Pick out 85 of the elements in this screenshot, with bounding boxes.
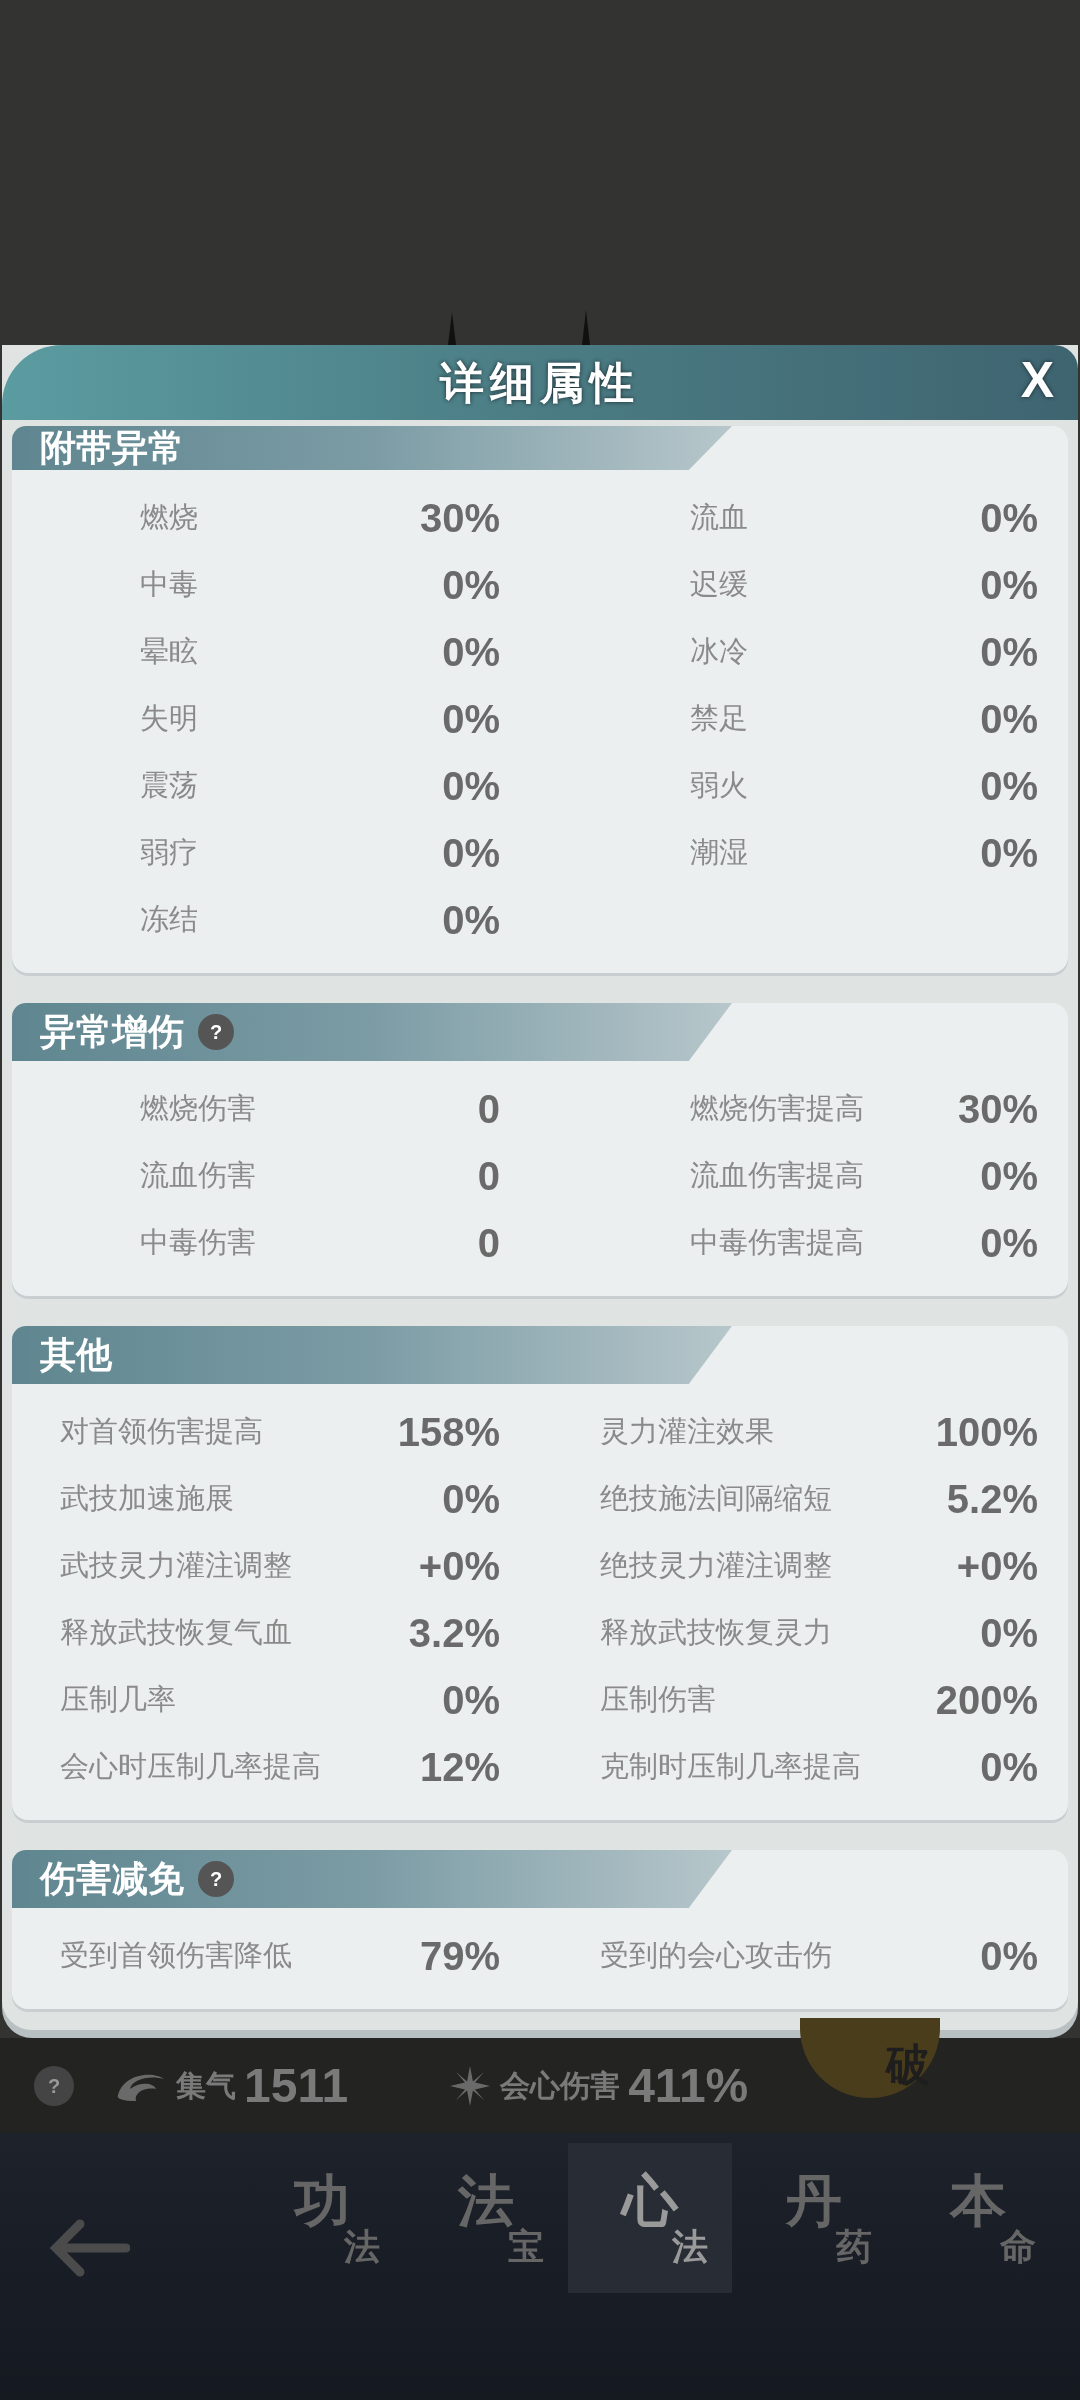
- stat-label: 灵力灌注效果: [600, 1413, 774, 1449]
- stat-label: 迟缓: [690, 566, 748, 602]
- stat-label: 弱疗: [140, 834, 198, 870]
- back-arrow-icon[interactable]: [50, 2218, 130, 2278]
- stat-label: 压制几率: [60, 1681, 176, 1717]
- section-title: 其他: [40, 1337, 112, 1373]
- stat-value: 30%: [957, 1085, 1038, 1133]
- section-title: 异常增伤: [40, 1014, 184, 1050]
- stat-value: 0%: [980, 762, 1038, 810]
- stat-label: 流血伤害: [140, 1157, 256, 1193]
- stat-value: 79%: [419, 1932, 500, 1980]
- stat-value: 0: [477, 1085, 500, 1133]
- stat-value: +0%: [956, 1542, 1038, 1590]
- stat-label: 受到首领伤害降低: [60, 1937, 292, 1973]
- nav-tab[interactable]: 法 宝: [404, 2143, 568, 2293]
- stat-value: 0: [477, 1152, 500, 1200]
- stat-label: 对首领伤害提高: [60, 1413, 263, 1449]
- stat-value: 0%: [442, 762, 500, 810]
- stat-label: 释放武技恢复气血: [60, 1614, 292, 1650]
- stat-label: 绝技施法间隔缩短: [600, 1480, 832, 1516]
- section-title: 伤害减免: [40, 1861, 184, 1897]
- stat-value: 0%: [442, 695, 500, 743]
- stat-value: 0%: [442, 896, 500, 944]
- stat-value: 5.2%: [946, 1475, 1038, 1523]
- stat-label: 会心伤害: [500, 2068, 621, 2104]
- stat-value: 0%: [980, 1932, 1038, 1980]
- stat-label: 集气: [176, 2068, 236, 2104]
- close-button[interactable]: X: [1020, 355, 1054, 405]
- stat-value: 200%: [935, 1676, 1038, 1724]
- stat-value: 0%: [442, 829, 500, 877]
- nav-tab[interactable]: 功 法: [240, 2143, 404, 2293]
- stat-label: 潮湿: [690, 834, 748, 870]
- stat-label: 流血: [690, 499, 748, 535]
- stat-label: 晕眩: [140, 633, 198, 669]
- stat-label: 中毒伤害提高: [690, 1224, 864, 1260]
- stat-value: 0%: [980, 695, 1038, 743]
- stat-value: 1511: [244, 2057, 349, 2114]
- dialog-title: 详细属性: [440, 356, 640, 409]
- stat-label: 失明: [140, 700, 198, 736]
- stat-label: 绝技灵力灌注调整: [600, 1547, 832, 1583]
- help-icon[interactable]: ?: [198, 1861, 234, 1897]
- stat-value: 0%: [442, 628, 500, 676]
- stat-label: 受到的会心攻击伤: [600, 1937, 832, 1973]
- stat-label: 中毒: [140, 566, 198, 602]
- stat-value: 0%: [980, 1609, 1038, 1657]
- stat-label: 冰冷: [690, 633, 748, 669]
- stat-label: 冻结: [140, 901, 198, 937]
- stat-value: 3.2%: [408, 1609, 500, 1657]
- stat-value: 100%: [935, 1408, 1038, 1456]
- stat-value: 0%: [980, 829, 1038, 877]
- stat-value: 0: [477, 1219, 500, 1267]
- stat-value: +0%: [418, 1542, 500, 1590]
- stat-label: 流血伤害提高: [690, 1157, 864, 1193]
- stat-value: 0%: [980, 561, 1038, 609]
- nav-tab[interactable]: 丹 药: [732, 2143, 896, 2293]
- stat-value: 0%: [980, 494, 1038, 542]
- stat-value: 158%: [397, 1408, 500, 1456]
- stat-value: 0%: [442, 1475, 500, 1523]
- stat-value: 411%: [628, 2057, 749, 2114]
- stat-label: 释放武技恢复灵力: [600, 1614, 832, 1650]
- help-icon[interactable]: ?: [34, 2065, 74, 2106]
- nav-tab[interactable]: 心 法: [568, 2143, 732, 2293]
- stat-value: 12%: [419, 1743, 500, 1791]
- stat-label: 燃烧伤害提高: [690, 1090, 864, 1126]
- stat-label: 弱火: [690, 767, 748, 803]
- stat-label: 禁足: [690, 700, 748, 736]
- stat-label: 武技加速施展: [60, 1480, 234, 1516]
- stat-value: 0%: [980, 628, 1038, 676]
- stat-label: 中毒伤害: [140, 1224, 256, 1260]
- stat-label: 震荡: [140, 767, 198, 803]
- stat-value: 0%: [980, 1219, 1038, 1267]
- stat-label: 会心时压制几率提高: [60, 1748, 321, 1784]
- stat-value: 30%: [419, 494, 500, 542]
- stat-label: 武技灵力灌注调整: [60, 1547, 292, 1583]
- stat-value: 0%: [442, 561, 500, 609]
- section-title: 附带异常: [40, 430, 184, 466]
- stat-label: 克制时压制几率提高: [600, 1748, 861, 1784]
- stat-value: 0%: [980, 1152, 1038, 1200]
- stat-value: 0%: [442, 1676, 500, 1724]
- stat-value: 0%: [980, 1743, 1038, 1791]
- nav-tab[interactable]: 本 命: [896, 2143, 1060, 2293]
- stat-label: 压制伤害: [600, 1681, 716, 1717]
- stat-label: 燃烧: [140, 499, 198, 535]
- help-icon[interactable]: ?: [198, 1014, 234, 1050]
- stat-label: 燃烧伤害: [140, 1090, 256, 1126]
